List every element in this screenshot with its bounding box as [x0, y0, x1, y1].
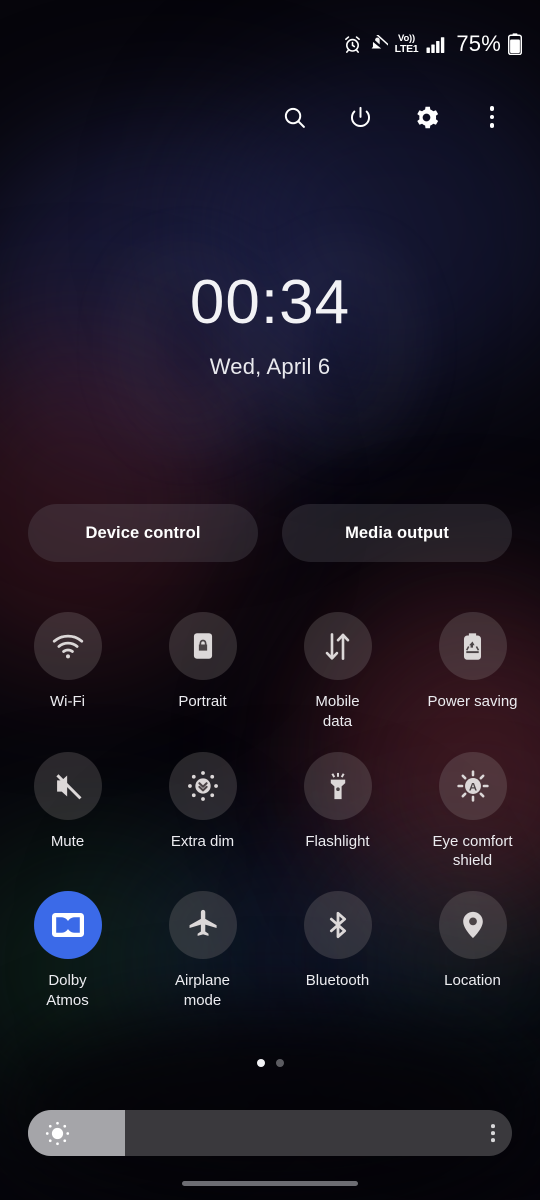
tile-portrait[interactable]: Portrait [135, 612, 270, 732]
page-dot-active[interactable] [257, 1059, 265, 1067]
tile-label: Eye comfort shield [432, 832, 512, 872]
brightness-options-button[interactable] [491, 1124, 495, 1142]
battery-icon [508, 33, 522, 55]
extra-dim-icon [169, 752, 237, 820]
signal-bars-icon [426, 35, 447, 54]
tile-bluetooth[interactable]: Bluetooth [270, 891, 405, 1011]
tile-dolby-atmos[interactable]: Dolby Atmos [0, 891, 135, 1011]
page-indicator[interactable] [0, 1059, 540, 1067]
tile-airplane-mode[interactable]: Airplane mode [135, 891, 270, 1011]
power-saving-icon [439, 612, 507, 680]
settings-gear-button[interactable] [411, 102, 441, 132]
tile-label: Dolby Atmos [46, 971, 89, 1011]
gesture-navigation-handle[interactable] [182, 1181, 358, 1186]
search-button[interactable] [279, 102, 309, 132]
more-options-button[interactable] [477, 102, 507, 132]
rotation-lock-icon [169, 612, 237, 680]
page-dot[interactable] [276, 1059, 284, 1067]
mute-bell-icon [369, 35, 388, 54]
tile-mobile-data[interactable]: Mobile data [270, 612, 405, 732]
brightness-slider[interactable] [28, 1110, 512, 1156]
more-options-icon [490, 106, 495, 128]
tile-label: Mute [51, 832, 84, 852]
tile-label: Mobile data [315, 692, 359, 732]
tile-label: Wi-Fi [50, 692, 85, 712]
tile-mute[interactable]: Mute [0, 752, 135, 872]
tile-extra-dim[interactable]: Extra dim [135, 752, 270, 872]
flashlight-icon [304, 752, 372, 820]
tile-eye-comfort-shield[interactable]: A Eye comfort shield [405, 752, 540, 872]
tile-flashlight[interactable]: Flashlight [270, 752, 405, 872]
status-bar: Vo)) LTE1 75% [0, 0, 540, 88]
clock-time: 00:34 [0, 272, 540, 334]
mobile-data-icon [304, 612, 372, 680]
airplane-icon [169, 891, 237, 959]
media-output-button[interactable]: Media output [282, 504, 512, 562]
eye-comfort-icon: A [439, 752, 507, 820]
location-pin-icon [439, 891, 507, 959]
bluetooth-icon [304, 891, 372, 959]
brightness-sun-icon [44, 1120, 71, 1147]
brightness-slider-fill [28, 1110, 125, 1156]
tile-label: Location [444, 971, 501, 991]
dolby-atmos-icon [34, 891, 102, 959]
power-button[interactable] [345, 102, 375, 132]
clock-widget: 00:34 Wed, April 6 [0, 272, 540, 380]
quick-settings-panel: 00 Vo)) LTE1 [0, 0, 540, 1200]
tile-label: Extra dim [171, 832, 234, 852]
tile-label: Power saving [427, 692, 517, 712]
device-control-button[interactable]: Device control [28, 504, 258, 562]
quick-settings-toolbar [0, 88, 540, 146]
shortcut-pill-row: Device control Media output [28, 504, 512, 562]
tile-wifi[interactable]: Wi-Fi [0, 612, 135, 732]
tile-label: Bluetooth [306, 971, 369, 991]
tile-location[interactable]: Location [405, 891, 540, 1011]
tile-power-saving[interactable]: Power saving [405, 612, 540, 732]
alarm-icon [343, 35, 362, 54]
svg-text:A: A [468, 781, 476, 793]
battery-percent-label: 75% [456, 31, 501, 57]
clock-date: Wed, April 6 [0, 354, 540, 380]
tile-label: Flashlight [305, 832, 369, 852]
mute-icon [34, 752, 102, 820]
tile-label: Portrait [178, 692, 226, 712]
quick-settings-tile-grid: Wi-Fi Portrait Mobile data [0, 612, 540, 1011]
wallpaper-background [0, 0, 540, 1200]
tile-label: Airplane mode [175, 971, 230, 1011]
volte-icon: Vo)) LTE1 [395, 34, 419, 55]
wifi-icon [34, 612, 102, 680]
